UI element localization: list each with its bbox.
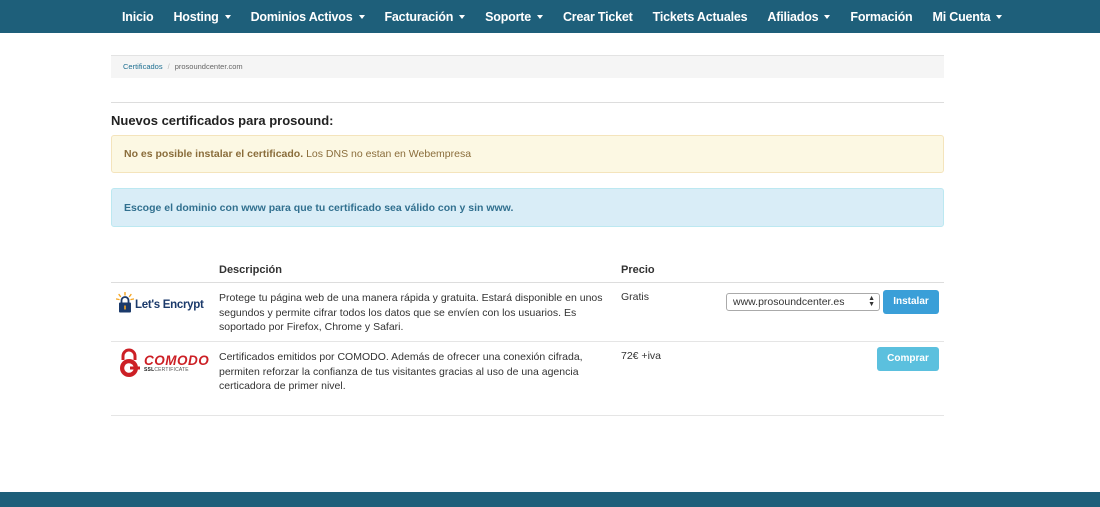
nav-mi-cuenta[interactable]: Mi Cuenta <box>923 0 1013 33</box>
certificates-table: Descripción Precio Let's Encrypt Protege… <box>111 258 944 416</box>
warning-alert: No es posible instalar el certificado. L… <box>111 135 944 173</box>
comodo-logo: COMODO SSLCERTIFICATE <box>117 347 212 379</box>
updown-arrows-icon: ▲ ▼ <box>868 295 875 308</box>
nav-afiliados[interactable]: Afiliados <box>757 0 840 33</box>
nav-label: Tickets Actuales <box>652 9 748 24</box>
nav-hosting[interactable]: Hosting <box>163 0 240 33</box>
page-title: Nuevos certificados para prosound: <box>111 113 334 128</box>
breadcrumb-separator: / <box>167 62 170 71</box>
nav-formacion[interactable]: Formación <box>840 0 922 33</box>
instalar-button[interactable]: Instalar <box>883 290 939 314</box>
breadcrumb: Certificados / prosoundcenter.com <box>111 55 944 78</box>
nav-label: Facturación <box>384 9 454 24</box>
comodo-subtitle: SSLCERTIFICATE <box>144 367 189 373</box>
nav-label: Soporte <box>485 9 531 24</box>
footer-bar <box>0 492 1100 507</box>
lets-encrypt-lock-icon <box>116 292 134 313</box>
nav-label: Dominios Activos <box>250 9 353 24</box>
nav-label: Afiliados <box>767 9 819 24</box>
row-description: Certificados emitidos por COMODO. Además… <box>219 351 583 392</box>
domain-select[interactable]: www.prosoundcenter.es ▲ ▼ <box>726 293 880 311</box>
caret-down-icon <box>824 14 831 19</box>
info-alert: Escoge el dominio con www para que tu ce… <box>111 188 944 227</box>
nav-label: Inicio <box>122 9 154 24</box>
comodo-subtitle-certificate: CERTIFICATE <box>154 367 189 373</box>
lets-encrypt-logo: Let's Encrypt <box>116 290 211 316</box>
comprar-button[interactable]: Comprar <box>877 347 939 371</box>
nav-soporte[interactable]: Soporte <box>475 0 553 33</box>
comodo-lock-icon <box>120 348 140 377</box>
table-row: COMODO SSLCERTIFICATE Certificados emiti… <box>111 342 944 416</box>
nav-dominios-activos[interactable]: Dominios Activos <box>241 0 375 33</box>
table-header: Descripción Precio <box>111 258 944 283</box>
domain-select-value: www.prosoundcenter.es <box>733 296 845 308</box>
caret-down-icon <box>224 14 231 19</box>
row-price: 72€ +iva <box>621 350 661 362</box>
caret-down-icon <box>536 14 543 19</box>
nav-inicio[interactable]: Inicio <box>112 0 163 33</box>
comodo-wordmark: COMODO <box>144 353 210 368</box>
nav-tickets-actuales[interactable]: Tickets Actuales <box>643 0 758 33</box>
comodo-subtitle-ssl: SSL <box>144 367 155 373</box>
breadcrumb-link-certificados[interactable]: Certificados <box>123 62 163 71</box>
nav-facturacion[interactable]: Facturación <box>375 0 476 33</box>
caret-down-icon <box>358 14 365 19</box>
caret-down-icon <box>996 14 1003 19</box>
caret-down-icon <box>459 14 466 19</box>
nav-label: Formación <box>850 9 913 24</box>
row-description: Protege tu página web de una manera rápi… <box>219 292 603 333</box>
divider <box>111 102 944 103</box>
column-header-price: Precio <box>621 264 655 276</box>
breadcrumb-current: prosoundcenter.com <box>174 62 243 71</box>
nav-label: Hosting <box>173 9 219 24</box>
nav-label: Mi Cuenta <box>932 9 991 24</box>
column-header-description: Descripción <box>219 264 282 276</box>
table-row: Let's Encrypt Protege tu página web de u… <box>111 283 944 342</box>
nav-label: Crear Ticket <box>562 9 633 24</box>
row-price: Gratis <box>621 291 650 303</box>
warning-alert-text: Los DNS no estan en Webempresa <box>303 148 472 160</box>
lets-encrypt-wordmark: Let's Encrypt <box>135 299 204 311</box>
warning-alert-bold: No es posible instalar el certificado. <box>124 148 304 160</box>
top-navbar: Inicio Hosting Dominios Activos Facturac… <box>0 0 1100 33</box>
nav-crear-ticket[interactable]: Crear Ticket <box>553 0 643 33</box>
